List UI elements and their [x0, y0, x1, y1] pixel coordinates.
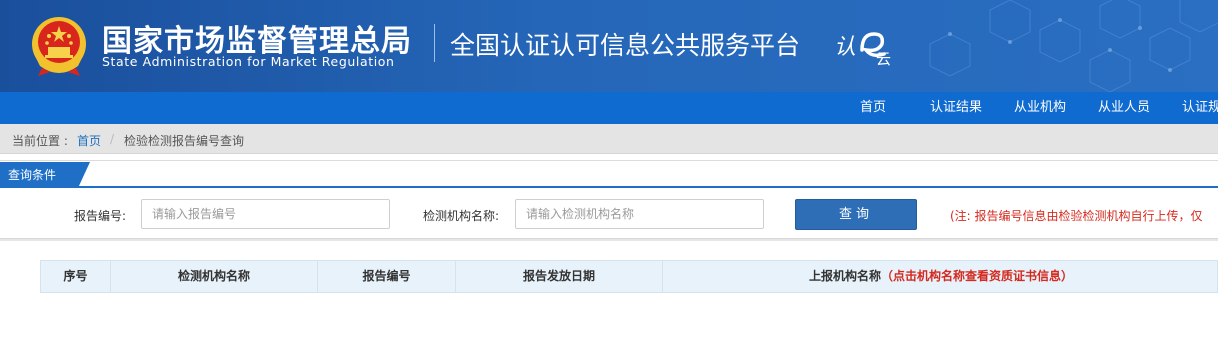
- results-table-header: 序号 检测机构名称 报告编号 报告发放日期 上报机构名称（点击机构名称查看资质证…: [40, 260, 1218, 293]
- nav-item-cert-results[interactable]: 认证结果: [930, 92, 982, 124]
- nav-item-cert-rules[interactable]: 认证规: [1182, 92, 1218, 124]
- column-header-org-name: 检测机构名称: [111, 261, 318, 292]
- breadcrumb-current-page: 检验检测报告编号查询: [124, 134, 245, 148]
- column-header-reporting-org-label: 上报机构名称: [808, 269, 881, 283]
- column-header-report-number: 报告编号: [318, 261, 456, 292]
- query-panel-bottom-border: [0, 238, 1218, 241]
- national-emblem-icon: [32, 17, 86, 76]
- main-nav: 首页 认证结果 从业机构 从业人员 认证规: [0, 92, 1218, 124]
- breadcrumb-home-link[interactable]: 首页: [77, 132, 101, 149]
- query-panel-header: [0, 160, 1218, 188]
- breadcrumb-separator: /: [110, 132, 115, 146]
- column-header-index: 序号: [41, 261, 111, 292]
- breadcrumb-label: 当前位置 :: [12, 134, 68, 148]
- nav-item-home[interactable]: 首页: [860, 92, 886, 124]
- nav-item-personnel[interactable]: 从业人员: [1098, 92, 1150, 124]
- report-number-label: 报告编号:: [74, 209, 127, 223]
- column-header-reporting-org: 上报机构名称（点击机构名称查看资质证书信息）: [663, 261, 1218, 292]
- site-header: 国家市场监督管理总局 State Administration for Mark…: [0, 0, 1218, 92]
- column-header-issue-date: 报告发放日期: [456, 261, 663, 292]
- renyiyun-logo: 认 云: [834, 32, 891, 68]
- org-name-input[interactable]: [515, 199, 764, 229]
- org-name-label: 检测机构名称:: [423, 209, 500, 223]
- platform-title: 全国认证认可信息公共服务平台: [450, 31, 801, 60]
- upload-note: (注: 报告编号信息由检验检测机构自行上传，仅: [950, 209, 1203, 223]
- column-header-reporting-org-hint: （点击机构名称查看资质证书信息）: [881, 269, 1074, 283]
- svg-text:认: 认: [834, 35, 856, 60]
- org-name-en: State Administration for Market Regulati…: [102, 54, 395, 69]
- query-conditions-tab: 查询条件: [8, 168, 57, 182]
- svg-text:云: 云: [876, 50, 891, 68]
- query-button[interactable]: 查询: [795, 199, 917, 230]
- header-divider: [434, 24, 435, 62]
- nav-item-institutions[interactable]: 从业机构: [1014, 92, 1066, 124]
- report-number-input[interactable]: [141, 199, 390, 229]
- breadcrumb: 当前位置 : 首页 / 检验检测报告编号查询: [0, 124, 1218, 154]
